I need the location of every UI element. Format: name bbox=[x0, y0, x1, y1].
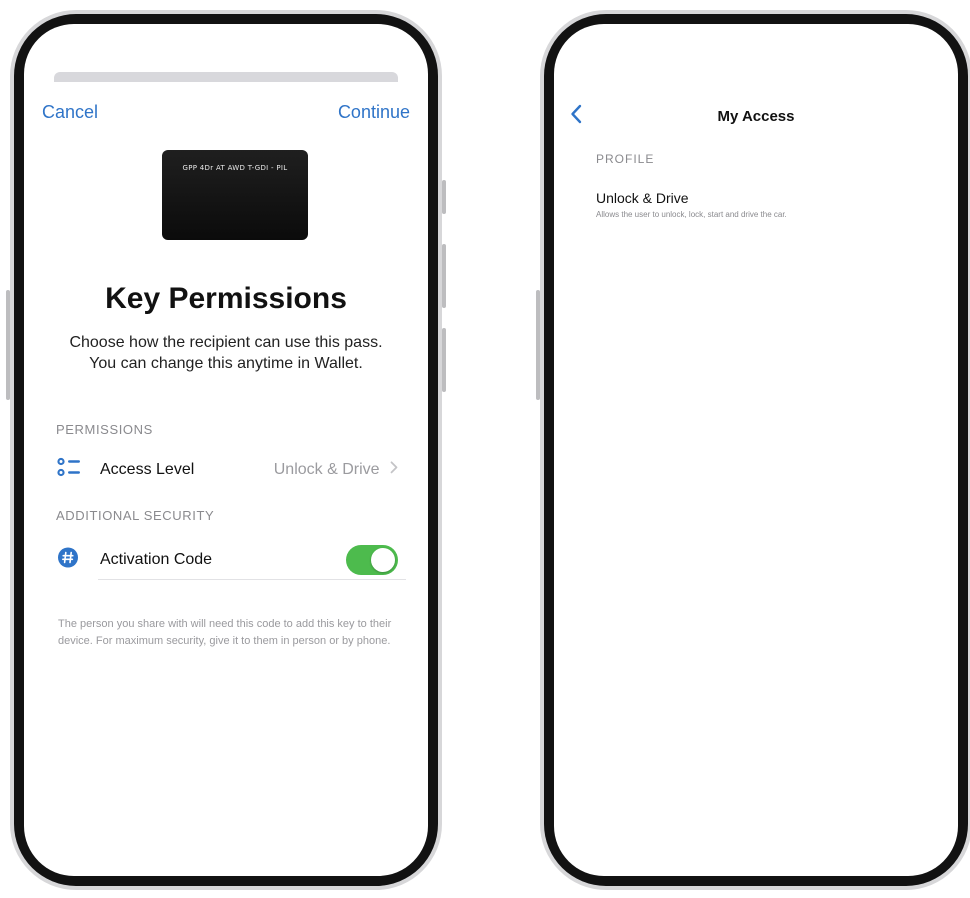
access-level-label: Access Level bbox=[100, 461, 195, 478]
page-subtitle: Choose how the recipient can use this pa… bbox=[44, 332, 408, 374]
unlock-drive-item[interactable]: Unlock & Drive bbox=[596, 190, 689, 206]
phone-left: Cancel Continue GPP 4Dr AT AWD T-GDI - P… bbox=[6, 10, 446, 890]
volume-button bbox=[442, 244, 446, 308]
continue-button[interactable]: Continue bbox=[338, 102, 410, 123]
profile-section-label: PROFILE bbox=[596, 152, 655, 166]
key-permissions-screen: Cancel Continue GPP 4Dr AT AWD T-GDI - P… bbox=[24, 24, 428, 876]
additional-security-section-label: ADDITIONAL SECURITY bbox=[56, 508, 215, 523]
volume-button bbox=[442, 328, 446, 392]
toggle-knob bbox=[371, 548, 395, 572]
row-divider bbox=[98, 579, 406, 580]
list-icon bbox=[56, 455, 82, 486]
permissions-section-label: PERMISSIONS bbox=[56, 422, 153, 437]
access-level-row[interactable]: Access Level Unlock & Drive bbox=[56, 450, 398, 490]
access-level-value-text: Unlock & Drive bbox=[273, 461, 380, 479]
cancel-button[interactable]: Cancel bbox=[42, 102, 98, 123]
hash-icon bbox=[56, 546, 80, 575]
activation-code-toggle[interactable] bbox=[346, 545, 398, 575]
activation-code-label: Activation Code bbox=[100, 551, 213, 568]
phone-right: My Access PROFILE Unlock & Drive Allows … bbox=[536, 10, 970, 890]
access-level-value: Unlock & Drive bbox=[274, 461, 398, 479]
pass-text: GPP 4Dr AT AWD T-GDI - PIL bbox=[182, 164, 288, 172]
car-key-pass: GPP 4Dr AT AWD T-GDI - PIL bbox=[162, 150, 308, 240]
subtitle-line: Choose how the recipient can use this pa… bbox=[69, 334, 383, 351]
unlock-drive-description: Allows the user to unlock, lock, start a… bbox=[596, 210, 787, 219]
page-title: My Access bbox=[717, 108, 795, 125]
activation-code-row: Activation Code bbox=[56, 540, 398, 580]
volume-button bbox=[442, 180, 446, 214]
page-title: Key Permissions bbox=[105, 282, 347, 315]
chevron-right-icon bbox=[390, 461, 398, 479]
footer-note: The person you share with will need this… bbox=[58, 618, 392, 647]
my-access-screen: My Access PROFILE Unlock & Drive Allows … bbox=[554, 24, 958, 876]
sheet-handle bbox=[54, 72, 398, 82]
subtitle-line: You can change this anytime in Wallet. bbox=[89, 355, 363, 372]
